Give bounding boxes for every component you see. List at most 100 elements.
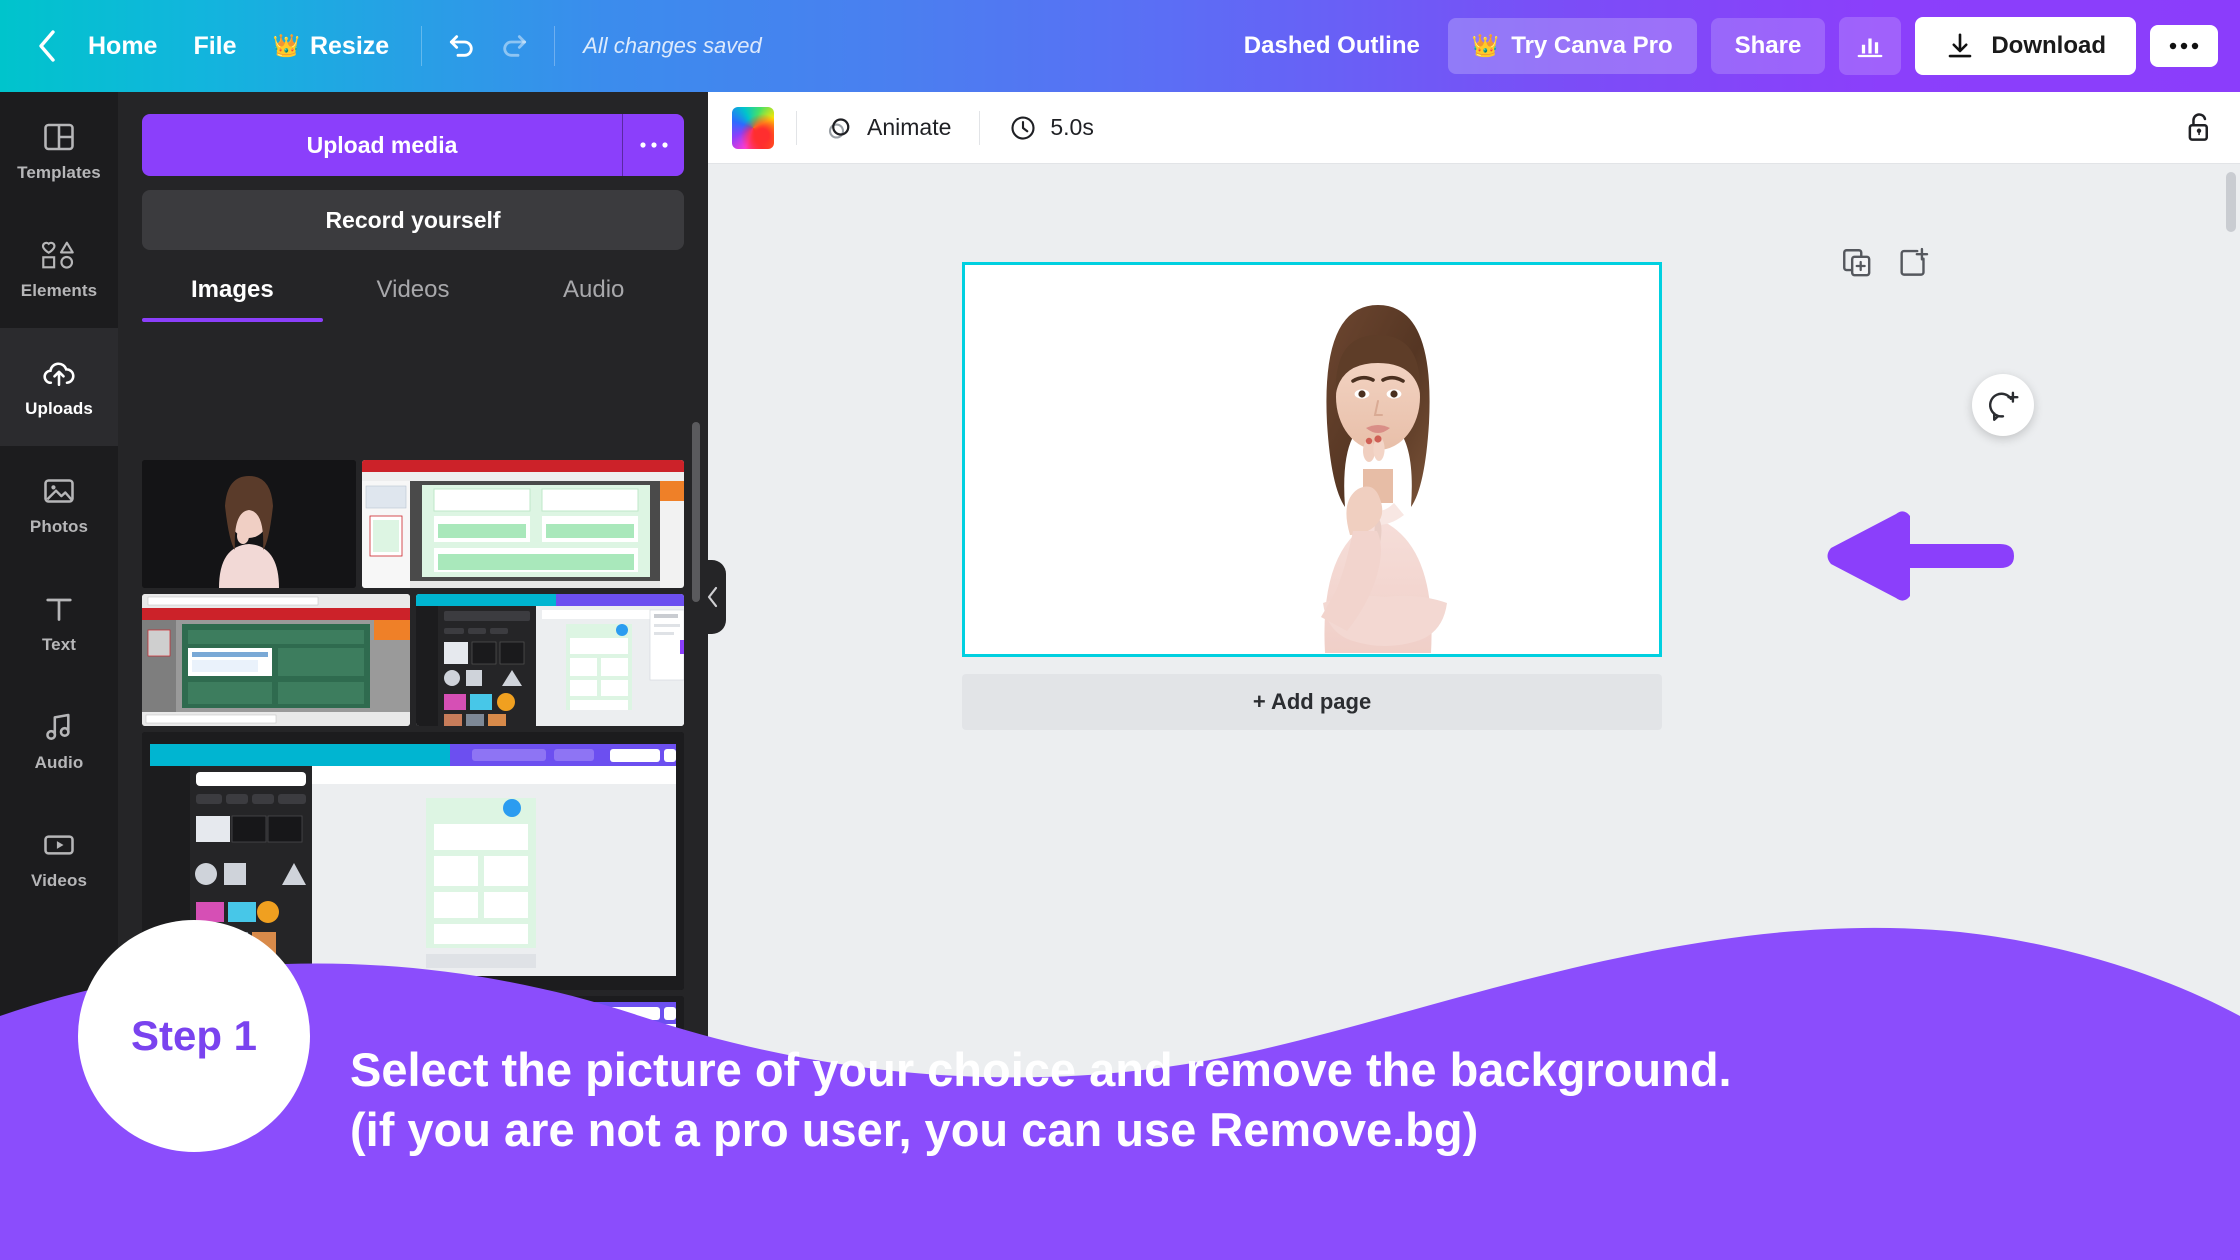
header-divider-2: [554, 26, 556, 66]
panel-collapse-handle[interactable]: [700, 560, 726, 634]
upload-thumbnail-app-red[interactable]: [362, 460, 684, 588]
canva-editor-window: Home File 👑 Resize All changes saved Das…: [0, 0, 2240, 1260]
duration-button[interactable]: 5.0s: [1002, 105, 1099, 151]
sidebar-item-label: Audio: [34, 753, 84, 772]
sidebar-item-audio[interactable]: Audio: [0, 682, 118, 800]
undo-icon: [450, 35, 473, 57]
upload-thumbnail-canva-wide[interactable]: [142, 732, 684, 990]
sidebar-item-photos[interactable]: Photos: [0, 446, 118, 564]
design-page-wrapper: [962, 262, 2034, 657]
chevron-left-icon: [707, 586, 718, 608]
tab-label: Images: [190, 276, 274, 303]
tab-label: Audio: [562, 276, 625, 303]
undo-button[interactable]: [436, 20, 488, 72]
file-label: File: [193, 31, 237, 60]
download-icon: [1949, 33, 1972, 58]
lock-button[interactable]: [2182, 110, 2216, 146]
clock-icon: [1011, 115, 1035, 140]
tab-audio[interactable]: Audio: [503, 276, 684, 322]
thumbnail-row: [142, 732, 684, 990]
canva-wide-screenshot-thumb-art-2: [142, 996, 684, 1226]
upload-media-label: Upload media: [306, 131, 458, 158]
page-tools: [1840, 246, 1930, 285]
sidebar-item-videos[interactable]: Videos: [0, 800, 118, 918]
portrait-thumb-art: [142, 460, 356, 588]
record-yourself-label: Record yourself: [325, 206, 501, 233]
tab-label: Videos: [376, 276, 450, 303]
add-page-icon: [1900, 247, 1929, 276]
canvas-vertical-scrollbar[interactable]: [2226, 172, 2236, 232]
app-screenshot-thumb-art: [362, 460, 684, 588]
upload-thumbnail-browser[interactable]: [142, 594, 410, 726]
sidebar-item-label: Text: [41, 635, 77, 654]
elements-icon: [41, 241, 74, 269]
left-arrow-icon: [1827, 511, 2014, 601]
duplicate-page-button[interactable]: [1840, 246, 1874, 285]
file-menu[interactable]: File: [175, 22, 254, 71]
color-swatch-button[interactable]: [732, 106, 774, 149]
save-status: All changes saved: [583, 33, 762, 58]
resize-button[interactable]: 👑 Resize: [255, 22, 408, 71]
canva-screenshot-thumb-art: [416, 594, 684, 726]
text-icon: [46, 598, 72, 621]
uploads-panel: Upload media Record yourself Images Vide…: [118, 92, 708, 1260]
uploads-panel-scrollbar[interactable]: [692, 422, 700, 602]
toolbar-divider-2: [979, 110, 981, 145]
design-page-canvas[interactable]: [962, 262, 1662, 657]
canvas-scroll-area: + Add page: [708, 164, 2240, 1260]
unlock-icon: [2188, 112, 2208, 141]
share-label: Share: [1734, 32, 1802, 59]
uploads-panel-top: Upload media Record yourself Images Vide…: [118, 92, 708, 322]
try-pro-label: Try Canva Pro: [1511, 32, 1673, 59]
add-page-button-icon[interactable]: [1896, 246, 1930, 285]
upload-thumbnail-canva[interactable]: [416, 594, 684, 726]
try-canva-pro-button[interactable]: 👑 Try Canva Pro: [1447, 18, 1697, 74]
sidebar-item-label: Elements: [20, 281, 98, 300]
uploads-tabs: Images Videos Audio: [142, 276, 684, 322]
upload-options-button[interactable]: [622, 114, 684, 176]
thumbnail-row: [142, 594, 684, 726]
redo-button[interactable]: [488, 20, 540, 72]
redo-icon: [503, 35, 527, 57]
upload-media-row: Upload media: [142, 114, 684, 176]
add-comment-button[interactable]: [1972, 374, 2034, 436]
thumbnail-row: [142, 996, 684, 1226]
tab-videos[interactable]: Videos: [323, 276, 504, 322]
sidebar-item-uploads[interactable]: Uploads: [0, 328, 118, 446]
uploads-thumbnail-grid: [142, 460, 684, 1260]
download-label: Download: [1991, 32, 2106, 59]
canvas-toolbar: Animate 5.0s: [708, 92, 2240, 164]
download-button[interactable]: Download: [1915, 17, 2136, 75]
sidebar-item-elements[interactable]: Elements: [0, 210, 118, 328]
record-yourself-button[interactable]: Record yourself: [142, 190, 684, 250]
home-menu[interactable]: Home: [70, 22, 175, 71]
add-comment-icon: [1989, 391, 2019, 421]
toolbar-divider-1: [796, 110, 797, 145]
video-icon: [44, 835, 74, 855]
sidebar-item-text[interactable]: Text: [0, 564, 118, 682]
add-page-label: + Add page: [1252, 689, 1372, 714]
sidebar-item-label: Photos: [29, 517, 89, 536]
woman-portrait-image[interactable]: [1265, 273, 1491, 653]
animate-button[interactable]: Animate: [819, 105, 957, 151]
sidebar-item-templates[interactable]: Templates: [0, 92, 118, 210]
back-button[interactable]: [24, 23, 70, 69]
crown-icon: 👑: [272, 33, 300, 58]
photo-icon: [44, 479, 74, 503]
header-more-button[interactable]: [2150, 25, 2218, 67]
upload-thumbnail-canva-wide-2[interactable]: [142, 996, 684, 1226]
sidebar-item-label: Templates: [17, 163, 101, 182]
add-page-button[interactable]: + Add page: [962, 674, 1662, 730]
stats-button[interactable]: [1839, 17, 1902, 75]
left-arrow-shape[interactable]: [1824, 506, 2014, 611]
upload-media-button[interactable]: Upload media: [142, 114, 622, 176]
ellipsis-icon: [2169, 42, 2199, 50]
tab-images[interactable]: Images: [142, 276, 323, 322]
share-button[interactable]: Share: [1710, 18, 1826, 74]
bar-chart-icon: [1857, 38, 1883, 58]
audio-icon: [46, 713, 70, 740]
thumbnail-row: [142, 460, 684, 588]
header-divider-1: [421, 26, 423, 66]
resize-label: Resize: [309, 31, 390, 60]
upload-thumbnail-portrait[interactable]: [142, 460, 356, 588]
